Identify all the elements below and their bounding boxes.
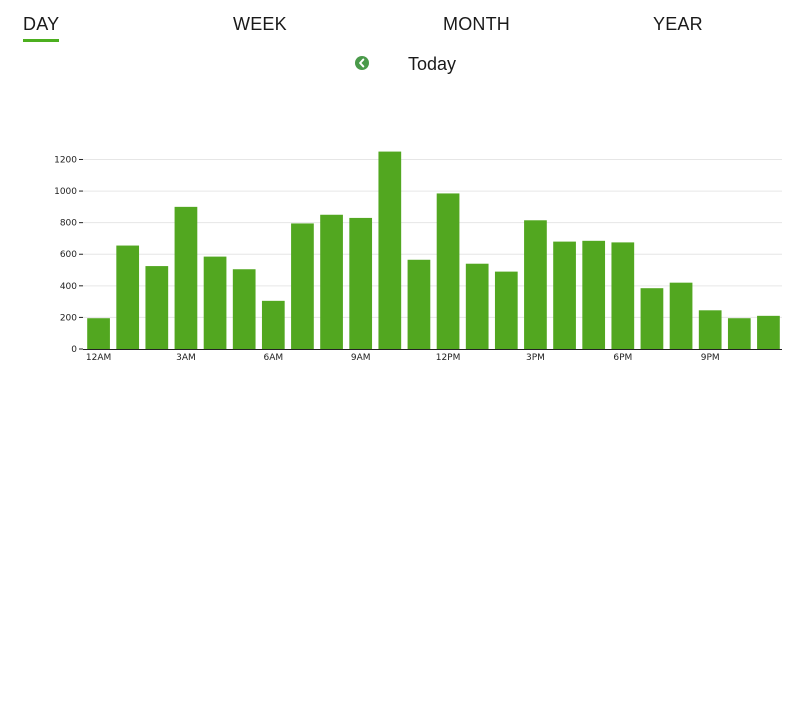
tab-day[interactable]: DAY	[23, 13, 60, 42]
period-tabs: DAY WEEK MONTH YEAR	[0, 0, 800, 44]
bar-10PM[interactable]	[727, 318, 751, 349]
chart-canvas: 0 200 400 600 800 1000 1200 12AM 3AM 6AM 9AM 12PM 3P…	[54, 151, 782, 363]
hourly-bar-chart: 0 200 400 600 800 1000 1200 12AM 3AM 6AM 9AM 12PM 3P…	[0, 150, 800, 370]
tab-month-label: MONTH	[443, 14, 510, 34]
x-tick-label: 3AM	[176, 353, 196, 363]
bar-5PM[interactable]	[582, 240, 606, 349]
bar-4AM[interactable]	[203, 256, 227, 349]
bar-7AM[interactable]	[291, 223, 314, 349]
chevron-left-circle-icon	[355, 56, 369, 70]
bar-11AM[interactable]	[407, 259, 431, 349]
x-tick-label: 6AM	[263, 353, 283, 363]
bar-3AM[interactable]	[174, 206, 198, 349]
y-tick-label: 1200	[54, 155, 77, 165]
bar-9PM[interactable]	[698, 310, 722, 349]
x-tick-label: 3PM	[526, 353, 545, 363]
bar-7PM[interactable]	[640, 288, 664, 349]
previous-period-button[interactable]	[355, 56, 369, 70]
bar-2AM[interactable]	[145, 266, 169, 349]
bar-3PM[interactable]	[524, 220, 547, 349]
bar-2PM[interactable]	[494, 271, 518, 349]
bar-6AM[interactable]	[261, 300, 285, 349]
bar-5AM[interactable]	[232, 269, 256, 349]
tab-year[interactable]: YEAR	[653, 13, 703, 35]
x-tick-label: 12AM	[86, 353, 111, 363]
y-tick-label: 200	[60, 313, 77, 323]
tab-week[interactable]: WEEK	[233, 13, 287, 35]
x-tick-label: 9PM	[701, 353, 720, 363]
tab-year-label: YEAR	[653, 14, 703, 34]
bar-4PM[interactable]	[553, 241, 576, 349]
tab-day-label: DAY	[23, 14, 60, 34]
y-tick-label: 0	[71, 345, 77, 355]
bar-1AM[interactable]	[116, 245, 140, 349]
bar-12AM[interactable]	[87, 318, 110, 349]
bar-9AM[interactable]	[349, 217, 373, 349]
tab-active-underline	[23, 39, 60, 42]
period-navigation: Today	[0, 50, 800, 80]
bar-11PM[interactable]	[757, 315, 780, 349]
y-tick-label: 600	[60, 250, 77, 260]
bar-1PM[interactable]	[465, 263, 489, 349]
bar-10AM[interactable]	[378, 151, 402, 349]
y-tick-label: 400	[60, 282, 77, 292]
x-tick-label: 9AM	[351, 353, 371, 363]
tab-month[interactable]: MONTH	[443, 13, 510, 35]
bar-8PM[interactable]	[669, 282, 693, 349]
period-label: Today	[408, 54, 457, 74]
bar-6PM[interactable]	[611, 242, 635, 349]
tab-week-label: WEEK	[233, 14, 287, 34]
x-tick-label: 12PM	[436, 353, 461, 363]
x-tick-label: 6PM	[613, 353, 632, 363]
bar-8AM[interactable]	[320, 214, 343, 349]
y-tick-label: 800	[60, 219, 77, 229]
bar-12PM[interactable]	[436, 193, 460, 349]
y-tick-label: 1000	[54, 187, 77, 197]
